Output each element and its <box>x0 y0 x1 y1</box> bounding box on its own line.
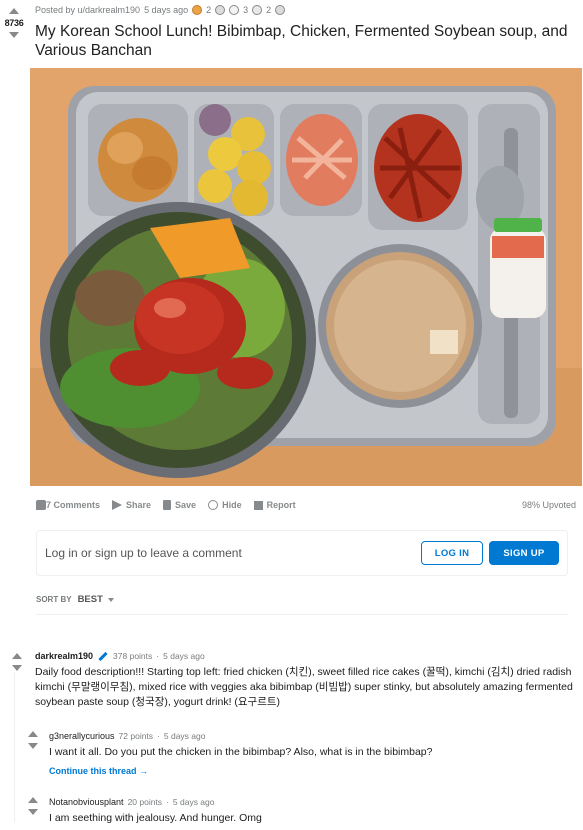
post-time: 5 days ago <box>144 5 189 15</box>
comments-button[interactable]: 377 Comments <box>36 500 100 510</box>
separator-dot: · <box>156 651 160 661</box>
comment-time: 5 days ago <box>163 731 206 741</box>
award-icon[interactable] <box>275 5 286 15</box>
post-action-bar: 377 Comments Share Save Hide Report 98% … <box>36 497 576 513</box>
save-label: Save <box>175 500 197 510</box>
comment-body: Daily food description!!! Starting top l… <box>35 666 573 708</box>
upvote-icon[interactable] <box>12 653 22 659</box>
comment-sort: SORT BY BEST <box>36 594 114 605</box>
chevron-down-icon <box>107 598 114 602</box>
comment-body: I want it all. Do you put the chicken in… <box>49 746 433 758</box>
comment: g3nerallycurious 72 points · 5 days ago … <box>26 731 576 776</box>
lunch-tray-photo <box>30 68 582 486</box>
flag-icon <box>253 500 263 510</box>
arrow-right-icon: → <box>139 766 149 776</box>
award-icon[interactable] <box>229 5 240 15</box>
share-icon <box>112 500 123 510</box>
award-icon[interactable] <box>215 5 226 15</box>
comment-votes <box>26 797 40 815</box>
sort-label: SORT BY <box>36 595 72 604</box>
comment: darkrealm190 378 points · 5 days ago Dai… <box>10 651 575 710</box>
login-prompt: Log in or sign up to leave a comment LOG… <box>36 530 568 576</box>
report-label: Report <box>266 500 296 510</box>
hide-icon <box>208 500 219 510</box>
post-vote-column: 8736 <box>0 6 28 38</box>
downvote-icon[interactable] <box>28 743 38 749</box>
bookmark-icon <box>163 500 172 510</box>
divider <box>36 614 568 615</box>
separator-dot: · <box>157 731 160 741</box>
comment-votes <box>10 653 24 671</box>
post-meta: Posted by u/darkrealm190 5 days ago 2 3 … <box>35 5 286 15</box>
downvote-icon[interactable] <box>12 665 22 671</box>
comment-points: 72 points <box>118 731 154 741</box>
op-pencil-icon <box>98 651 108 661</box>
comment-author[interactable]: g3nerallycurious <box>49 731 115 741</box>
comment-icon <box>36 500 46 510</box>
separator-dot: · <box>166 797 169 807</box>
comment-header: Notanobviousplant 20 points · 5 days ago <box>49 797 576 807</box>
sort-value: BEST <box>77 594 103 605</box>
sort-dropdown[interactable]: BEST <box>78 594 114 605</box>
award-count: 2 <box>206 5 212 15</box>
login-button[interactable]: LOG IN <box>421 541 483 565</box>
share-button[interactable]: Share <box>112 500 151 510</box>
upvote-ratio: 98% Upvoted <box>521 500 576 510</box>
comment-time: 5 days ago <box>172 797 215 807</box>
comment-header: g3nerallycurious 72 points · 5 days ago <box>49 731 576 741</box>
award-icon[interactable] <box>252 5 263 15</box>
post-score: 8736 <box>4 18 24 28</box>
share-label: Share <box>126 500 152 510</box>
save-button[interactable]: Save <box>163 500 196 510</box>
report-button[interactable]: Report <box>253 500 296 510</box>
comment: Notanobviousplant 20 points · 5 days ago… <box>26 797 576 826</box>
post-image[interactable] <box>30 68 582 486</box>
comment-points: 20 points <box>127 797 163 807</box>
login-prompt-text: Log in or sign up to leave a comment <box>45 546 242 560</box>
award-icon[interactable] <box>192 5 203 15</box>
comment-time: 5 days ago <box>163 651 205 661</box>
continue-thread-label: Continue this thread <box>49 766 137 776</box>
downvote-icon[interactable] <box>28 809 38 815</box>
comment-header: darkrealm190 378 points · 5 days ago <box>35 651 575 661</box>
upvote-icon[interactable] <box>28 797 38 803</box>
comment-body: I am seething with jealousy. And hunger.… <box>49 812 262 824</box>
signup-button[interactable]: SIGN UP <box>489 541 559 565</box>
post-title[interactable]: My Korean School Lunch! Bibimbap, Chicke… <box>35 22 580 60</box>
upvote-icon[interactable] <box>9 8 19 14</box>
comment-author[interactable]: darkrealm190 <box>35 651 93 661</box>
award-count: 2 <box>266 5 272 15</box>
comment-votes <box>26 731 40 749</box>
hide-button[interactable]: Hide <box>208 500 242 510</box>
award-count: 3 <box>243 5 249 15</box>
continue-thread-link[interactable]: Continue this thread → <box>49 766 576 776</box>
downvote-icon[interactable] <box>9 32 19 38</box>
upvote-icon[interactable] <box>28 731 38 737</box>
comment-points: 378 points <box>113 651 153 661</box>
hide-label: Hide <box>222 500 242 510</box>
posted-by[interactable]: Posted by u/darkrealm190 <box>35 5 140 15</box>
comment-author[interactable]: Notanobviousplant <box>49 797 124 807</box>
